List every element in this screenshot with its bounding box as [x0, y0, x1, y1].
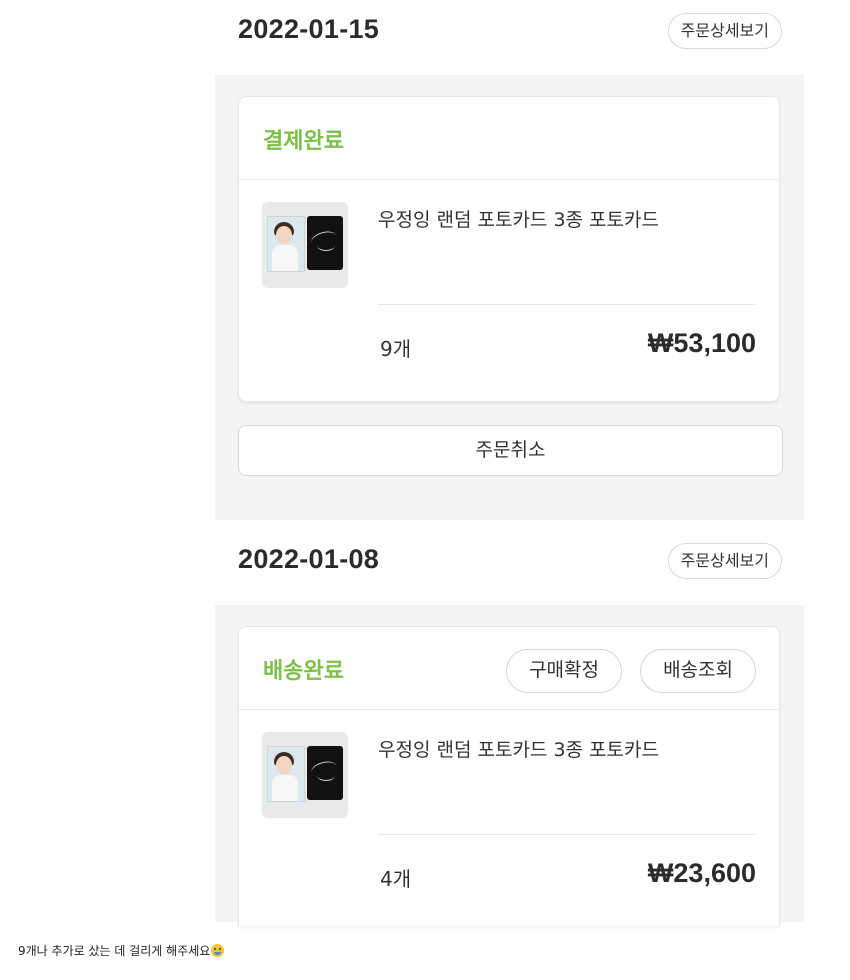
product-name[interactable]: 우정잉 랜덤 포토카드 3종 포토카드	[378, 205, 659, 232]
photocard-signature-image	[307, 216, 343, 270]
order-panel: 결제완료 우정잉 랜덤 포토카드 3종 포토카드 9개 ₩53,100 주문취소	[215, 75, 804, 520]
crying-face-emoji-icon	[211, 944, 225, 957]
order-group: 2022-01-08 주문상세보기 배송완료 구매확정 배송조회 우정잉 랜덤 …	[0, 530, 850, 926]
order-detail-button[interactable]: 주문상세보기	[667, 13, 782, 49]
product-price: ₩53,100	[647, 328, 756, 358]
order-card-header: 결제완료	[239, 97, 779, 180]
product-price: ₩23,600	[647, 858, 756, 888]
order-status: 결제완료	[263, 129, 344, 154]
order-card: 배송완료 구매확정 배송조회 우정잉 랜덤 포토카드 3종 포토카드 4개 ₩2…	[238, 626, 780, 926]
cancel-order-button[interactable]: 주문취소	[238, 425, 783, 476]
product-name[interactable]: 우정잉 랜덤 포토카드 3종 포토카드	[378, 735, 659, 762]
order-date-row: 2022-01-08 주문상세보기	[238, 536, 782, 586]
track-delivery-button[interactable]: 배송조회	[640, 649, 756, 693]
product-thumbnail[interactable]	[262, 202, 348, 288]
order-date: 2022-01-08	[238, 544, 380, 574]
order-date-row: 2022-01-15 주문상세보기	[238, 6, 782, 56]
photocard-signature-image	[307, 746, 343, 800]
order-date: 2022-01-15	[238, 14, 380, 44]
order-card: 결제완료 우정잉 랜덤 포토카드 3종 포토카드 9개 ₩53,100	[238, 96, 780, 402]
divider	[378, 304, 756, 305]
photocard-portrait-image	[267, 746, 305, 802]
caption: 9개나 추가로 샀는 데 걸리게 해주세요	[18, 942, 225, 959]
divider	[378, 834, 756, 835]
product-quantity: 4개	[380, 867, 412, 891]
order-panel: 배송완료 구매확정 배송조회 우정잉 랜덤 포토카드 3종 포토카드 4개 ₩2…	[215, 605, 804, 926]
product-thumbnail[interactable]	[262, 732, 348, 818]
product-quantity: 9개	[380, 337, 412, 361]
order-detail-button[interactable]: 주문상세보기	[667, 543, 782, 579]
order-card-header: 배송완료 구매확정 배송조회	[239, 627, 779, 710]
order-status: 배송완료	[263, 659, 344, 684]
caption-text: 9개나 추가로 샀는 데 걸리게 해주세요	[18, 944, 211, 958]
order-group: 2022-01-15 주문상세보기 결제완료 우정잉 랜덤 포토카드 3종 포토…	[0, 0, 850, 520]
photocard-portrait-image	[267, 216, 305, 272]
confirm-purchase-button[interactable]: 구매확정	[506, 649, 622, 693]
